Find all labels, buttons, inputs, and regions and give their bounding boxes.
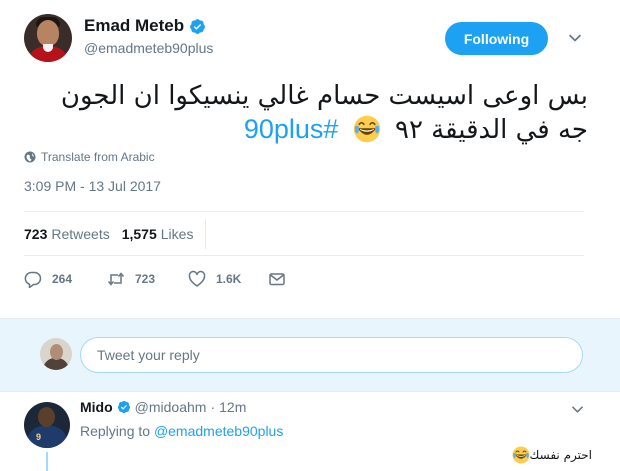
laughing-emoji-icon (512, 446, 530, 464)
author-display-name[interactable]: Emad Meteb (84, 16, 213, 36)
retweet-action[interactable]: 723 (107, 270, 188, 288)
tweet-actions: 264 723 1.6K (24, 270, 296, 288)
hashtag-link[interactable]: #90plus (244, 114, 339, 144)
author-avatar[interactable] (24, 14, 72, 62)
thread-line (46, 452, 48, 471)
laughing-emoji-icon (353, 115, 380, 143)
reply-author-name[interactable]: Mido (80, 399, 113, 415)
reply-text: احترم نفسك (529, 448, 592, 462)
likes-count: 1,575 (121, 225, 157, 242)
retweet-count: 723 (135, 272, 156, 286)
like-action[interactable]: 1.6K (188, 270, 268, 288)
chevron-down-icon[interactable] (568, 31, 582, 45)
replying-prefix: Replying to (80, 423, 151, 439)
tweet-timestamp[interactable]: 3:09 PM - 13 Jul 2017 (24, 178, 161, 194)
translate-link[interactable]: Translate from Arabic (24, 150, 155, 164)
reply-tweet[interactable]: 9 Mido @midoahm · 12m Replying to @emadm… (0, 391, 620, 471)
likes-label: Likes (160, 225, 194, 242)
following-button[interactable]: Following (445, 22, 548, 55)
author-handle[interactable]: @emadmeteb90plus (84, 39, 213, 57)
replying-to-mention[interactable]: @emadmeteb90plus (154, 423, 283, 439)
reply-header: Mido @midoahm · 12m (80, 399, 246, 415)
likes-stat[interactable]: 1,575 Likes (122, 226, 194, 242)
tweet-card: Emad Meteb @emadmeteb90plus Following بس… (0, 0, 620, 318)
separator-dot: · (210, 399, 216, 415)
retweets-label: Retweets (51, 225, 110, 242)
retweet-icon (107, 272, 125, 286)
heart-icon (188, 270, 206, 287)
retweets-stat[interactable]: 723 Retweets (24, 226, 110, 242)
replying-to: Replying to @emadmeteb90plus (80, 423, 283, 439)
tweet-stats: 723 Retweets 1,575 Likes (24, 211, 584, 256)
retweets-count: 723 (24, 225, 48, 242)
reply-author-avatar[interactable]: 9 (24, 402, 70, 448)
stats-divider (205, 218, 207, 249)
reply-action[interactable]: 264 (24, 270, 107, 288)
reply-author-handle[interactable]: @midoahm (135, 399, 207, 415)
direct-message-action[interactable] (268, 270, 296, 288)
globe-icon (24, 151, 36, 163)
author-info: Emad Meteb @emadmeteb90plus (84, 16, 213, 57)
like-count: 1.6K (216, 272, 242, 286)
reply-compose-box (0, 318, 620, 391)
envelope-icon (269, 273, 285, 286)
reply-icon (24, 271, 42, 288)
verified-badge-icon (117, 400, 130, 414)
tweet-body: بس اوعى اسيست حسام غالي ينسيكوا ان الجون… (28, 80, 588, 147)
author-name-text[interactable]: Emad Meteb (84, 16, 184, 36)
reply-time[interactable]: 12m (219, 399, 246, 415)
chevron-down-icon[interactable] (571, 403, 584, 416)
verified-badge-icon (190, 18, 206, 34)
current-user-avatar[interactable] (40, 338, 72, 370)
reply-count: 264 (52, 272, 73, 286)
translate-label[interactable]: Translate from Arabic (41, 150, 155, 164)
tweet-reply-input[interactable] (80, 337, 583, 373)
reply-body: احترم نفسك (506, 446, 592, 464)
